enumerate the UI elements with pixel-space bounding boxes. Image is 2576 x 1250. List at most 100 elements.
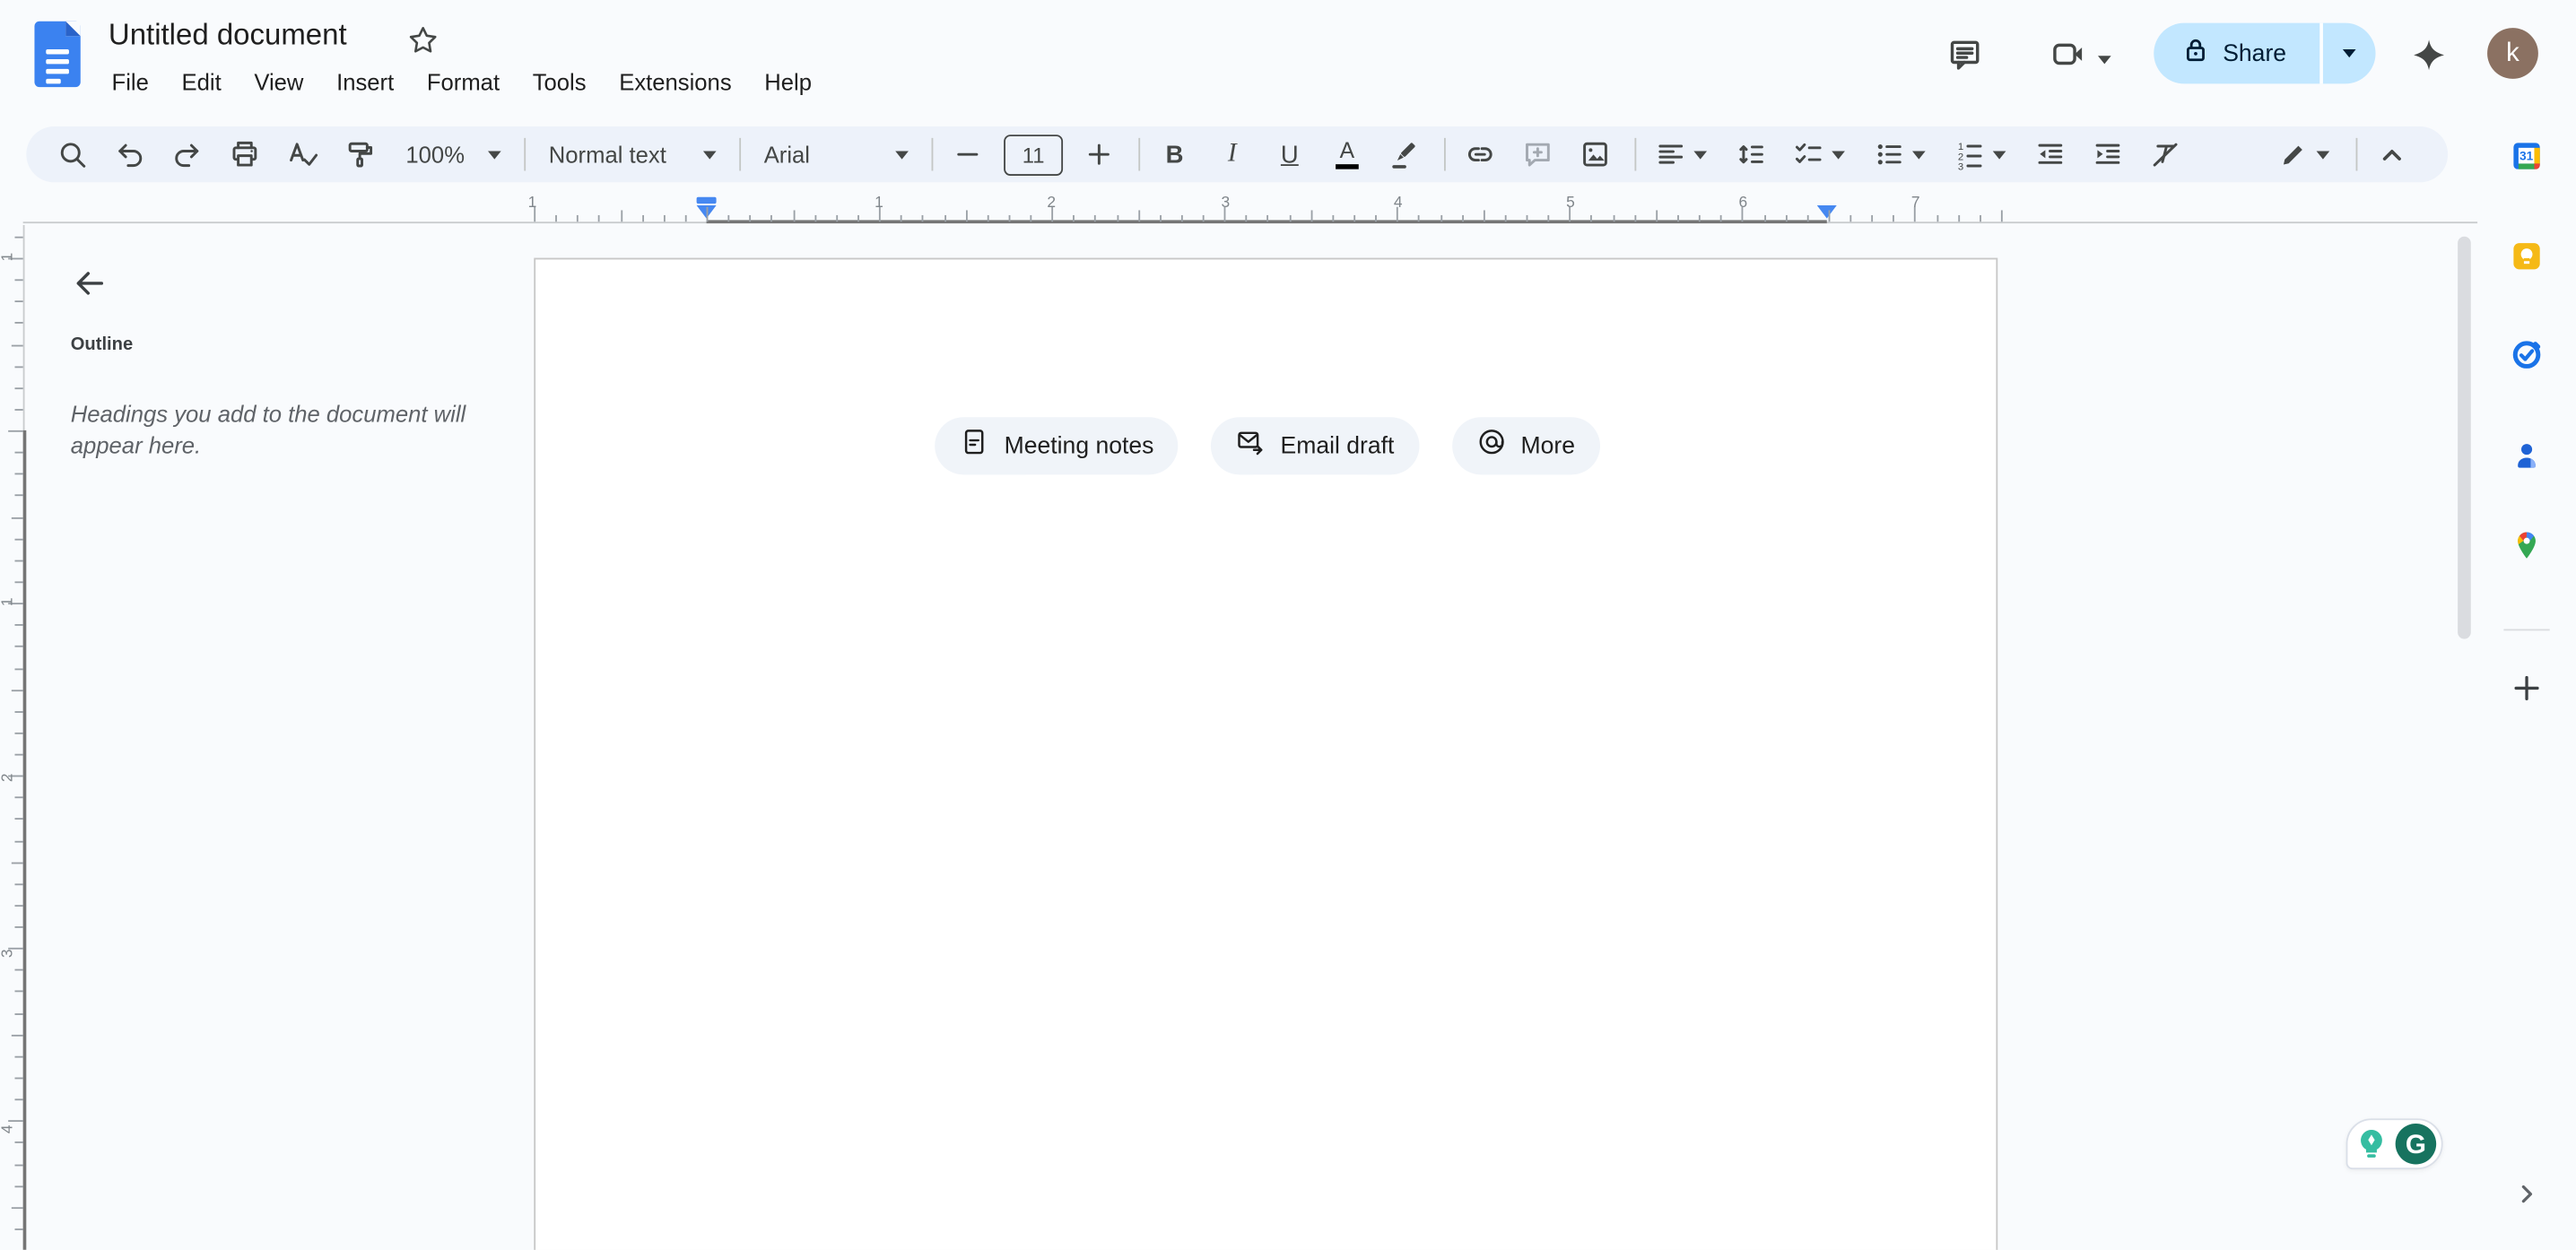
editing-mode-icon[interactable]	[2272, 133, 2315, 176]
search-icon[interactable]	[51, 133, 94, 176]
indent-decrease-icon[interactable]	[2029, 133, 2072, 176]
ruler-tick	[14, 905, 22, 907]
share-button-label: Share	[2223, 40, 2286, 66]
spell-check-icon[interactable]	[281, 133, 324, 176]
contacts-icon[interactable]	[2511, 438, 2544, 472]
italic-button[interactable]: I	[1211, 133, 1254, 176]
align-group	[1649, 133, 1720, 176]
share-dropdown-icon[interactable]	[2322, 49, 2376, 57]
menu-edit[interactable]: Edit	[165, 64, 238, 100]
text-color-button[interactable]: A	[1326, 133, 1369, 176]
ruler-tick	[1008, 214, 1010, 221]
insert-link-icon[interactable]	[1458, 133, 1501, 176]
increase-font-size-icon[interactable]	[1078, 133, 1121, 176]
ruler-tick	[577, 214, 579, 221]
editing-mode-dropdown-icon[interactable]	[2317, 151, 2330, 159]
ruler-tick	[11, 690, 22, 691]
menu-help[interactable]: Help	[748, 64, 828, 100]
video-call-icon[interactable]	[2045, 31, 2091, 77]
star-icon[interactable]	[405, 22, 440, 57]
ruler-tick	[1634, 214, 1636, 221]
checklist-dropdown-icon[interactable]	[1832, 151, 1845, 159]
video-call-dropdown-icon[interactable]	[2092, 36, 2118, 82]
ruler-tick	[14, 1078, 22, 1080]
toolbar-collapse-icon[interactable]	[2371, 133, 2414, 176]
paint-format-icon[interactable]	[338, 133, 381, 176]
bulleted-list-dropdown-icon[interactable]	[1912, 151, 1926, 159]
grammarly-widget[interactable]: G	[2346, 1118, 2443, 1169]
calendar-icon[interactable]: 31	[2511, 140, 2544, 173]
get-addons-icon[interactable]	[2511, 672, 2544, 705]
clear-formatting-icon[interactable]	[2144, 133, 2187, 176]
comment-history-icon[interactable]	[1942, 31, 1988, 77]
ruler-tick	[1806, 214, 1808, 221]
ruler-tick	[1980, 214, 1981, 221]
ruler-tick	[11, 1034, 22, 1036]
chip-more[interactable]: More	[1452, 417, 1600, 474]
account-avatar[interactable]: k	[2487, 28, 2538, 79]
menu-bar: FileEditViewInsertFormatToolsExtensionsH…	[95, 61, 828, 104]
menu-extensions[interactable]: Extensions	[603, 64, 748, 100]
first-line-indent-marker[interactable]	[697, 197, 717, 203]
svg-text:1: 1	[1958, 142, 1963, 152]
ruler-tick	[750, 214, 752, 221]
decrease-font-size-icon[interactable]	[946, 133, 989, 176]
ruler-tick	[14, 495, 22, 497]
zoom-select[interactable]: 100%	[396, 133, 510, 176]
hide-side-panel-icon[interactable]	[2513, 1181, 2539, 1207]
redo-icon[interactable]	[166, 133, 209, 176]
chip-meeting-notes[interactable]: Meeting notes	[936, 417, 1179, 474]
add-comment-icon[interactable]	[1517, 133, 1560, 176]
menu-format[interactable]: Format	[411, 64, 517, 100]
v-ruler-number: 4	[0, 1119, 17, 1139]
highlight-color-icon[interactable]	[1383, 133, 1426, 176]
undo-icon[interactable]	[109, 133, 152, 176]
keep-icon[interactable]	[2511, 239, 2544, 273]
ruler-tick	[664, 214, 666, 221]
font-size-input[interactable]: 11	[1004, 134, 1063, 175]
ruler-tick	[901, 214, 902, 221]
print-icon[interactable]	[223, 133, 266, 176]
vertical-scrollbar[interactable]	[2458, 237, 2471, 639]
close-outline-icon[interactable]	[69, 263, 109, 302]
ruler-tick	[14, 711, 22, 713]
chip-email-draft[interactable]: Email draft	[1212, 417, 1419, 474]
gemini-sparkle-icon[interactable]	[2406, 31, 2451, 77]
menu-tools[interactable]: Tools	[516, 64, 603, 100]
ruler-tick	[1310, 210, 1312, 221]
menu-insert[interactable]: Insert	[320, 64, 411, 100]
document-title[interactable]: Untitled document	[109, 18, 347, 52]
checklist-icon[interactable]	[1788, 133, 1831, 176]
maps-icon[interactable]	[2511, 529, 2544, 562]
bulleted-list-icon[interactable]	[1868, 133, 1911, 176]
ruler-tick	[1548, 214, 1550, 221]
h-ruler-number: 4	[1394, 194, 1403, 212]
smart-chips-row: Meeting notes Email draft More	[534, 417, 2001, 474]
align-icon[interactable]	[1649, 133, 1693, 176]
font-family-select[interactable]: Arial	[754, 133, 918, 176]
h-ruler-number: 1	[875, 194, 883, 212]
ruler-tick	[11, 862, 22, 864]
insert-image-icon[interactable]	[1574, 133, 1617, 176]
indent-increase-icon[interactable]	[2086, 133, 2129, 176]
h-ruler-number: 3	[1222, 194, 1231, 212]
bold-button[interactable]: B	[1153, 133, 1197, 176]
underline-button[interactable]: U	[1268, 133, 1311, 176]
share-button[interactable]: Share	[2154, 23, 2375, 84]
ruler-tick	[685, 214, 687, 221]
document-page[interactable]	[534, 258, 1997, 1250]
right-indent-marker[interactable]	[1817, 204, 1837, 218]
line-spacing-icon[interactable]	[1730, 133, 1773, 176]
ruler-tick	[1375, 214, 1377, 221]
tasks-icon[interactable]	[2511, 338, 2544, 371]
paragraph-style-select[interactable]: Normal text	[539, 133, 727, 176]
menu-file[interactable]: File	[95, 64, 165, 100]
numbered-list-icon[interactable]: 123	[1948, 133, 1991, 176]
ruler-tick	[1893, 214, 1895, 221]
align-dropdown-icon[interactable]	[1693, 151, 1707, 159]
ruler-tick	[14, 926, 22, 928]
numbered-list-dropdown-icon[interactable]	[1993, 151, 2006, 159]
ruler-tick	[14, 452, 22, 454]
menu-view[interactable]: View	[238, 64, 320, 100]
docs-logo-icon[interactable]	[34, 22, 80, 87]
